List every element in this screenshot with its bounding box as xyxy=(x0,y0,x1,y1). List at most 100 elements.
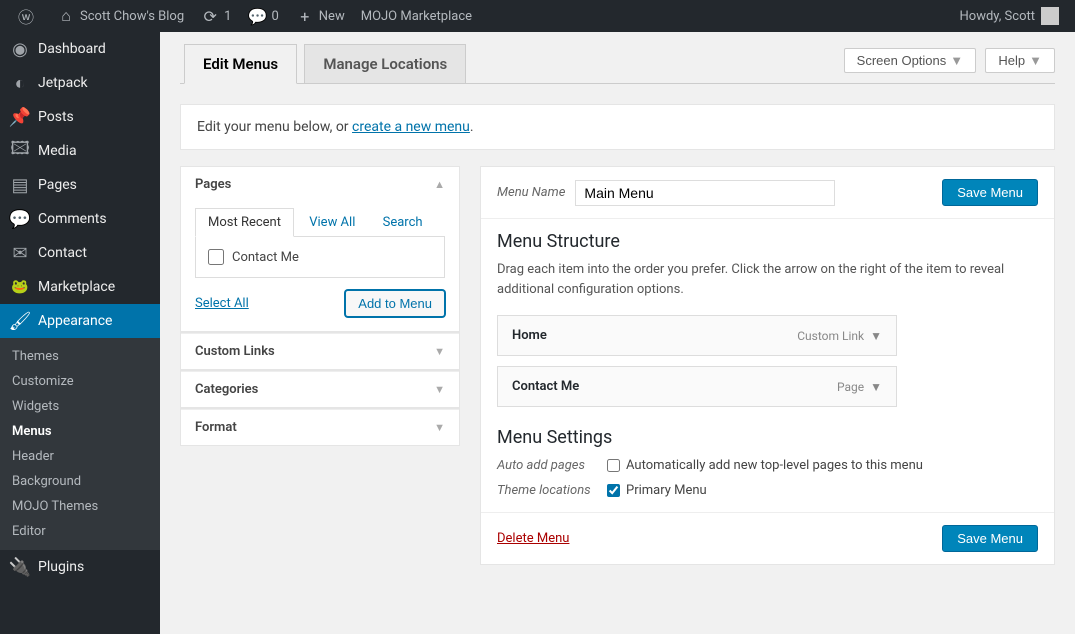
caret-down-icon: ▼ xyxy=(870,380,882,394)
tab-edit-menus[interactable]: Edit Menus xyxy=(184,44,297,84)
appearance-submenu: Themes Customize Widgets Menus Header Ba… xyxy=(0,338,160,550)
my-account[interactable]: Howdy, Scott xyxy=(952,0,1068,32)
primary-menu-checkbox[interactable] xyxy=(607,484,620,497)
sidebar-item-label: Posts xyxy=(38,109,74,125)
admin-sidebar: ◉ Dashboard ◐Jetpack 📌 Posts 🖾Media ▤ Pages… xyxy=(0,32,160,634)
new-label: New xyxy=(319,9,345,24)
caret-down-icon: ▼ xyxy=(950,53,963,68)
menu-settings-title: Menu Settings xyxy=(497,427,1038,448)
pages-checklist: Contact Me xyxy=(195,237,445,278)
site-name[interactable]: ⌂ Scott Chow's Blog xyxy=(48,0,192,32)
select-all-link[interactable]: Select All xyxy=(195,296,249,311)
add-to-menu-button[interactable]: Add to Menu xyxy=(345,290,445,317)
sub-item-customize[interactable]: Customize xyxy=(0,369,160,394)
auto-add-option[interactable]: Automatically add new top-level pages to… xyxy=(607,458,923,473)
comment-icon: 💬 xyxy=(247,6,267,26)
sidebar-item-media[interactable]: 🖾Media xyxy=(0,134,160,168)
sub-item-background[interactable]: Background xyxy=(0,469,160,494)
auto-add-checkbox[interactable] xyxy=(607,459,620,472)
site-name-label: Scott Chow's Blog xyxy=(80,9,184,24)
menu-item-title: Contact Me xyxy=(512,379,579,394)
categories-title: Categories xyxy=(195,382,258,397)
save-menu-button-top[interactable]: Save Menu xyxy=(942,179,1038,206)
page-check-label: Contact Me xyxy=(232,250,299,265)
sub-item-themes[interactable]: Themes xyxy=(0,344,160,369)
comments-count: 0 xyxy=(271,9,278,24)
theme-location-option[interactable]: Primary Menu xyxy=(607,483,707,498)
plus-icon: + xyxy=(295,6,315,26)
dashboard-icon: ◉ xyxy=(10,39,30,59)
updates-count: 1 xyxy=(224,9,231,24)
sidebar-item-appearance[interactable]: 🖌 Appearance xyxy=(0,304,160,338)
categories-toggle[interactable]: Categories▼ xyxy=(181,371,459,407)
tab-manage-locations[interactable]: Manage Locations xyxy=(304,44,466,83)
howdy-label: Howdy, Scott xyxy=(960,9,1036,24)
page-checkbox[interactable] xyxy=(208,249,224,265)
comments[interactable]: 💬0 xyxy=(239,0,286,32)
save-menu-button-bottom[interactable]: Save Menu xyxy=(942,525,1038,552)
caret-down-icon: ▼ xyxy=(434,421,445,434)
sidebar-item-label: Appearance xyxy=(38,313,112,329)
sidebar-item-plugins[interactable]: 🔌Plugins xyxy=(0,550,160,584)
pin-icon: 📌 xyxy=(10,107,30,127)
pages-box: Pages ▲ Most Recent View All Search Cont… xyxy=(180,166,460,332)
mojo-marketplace[interactable]: MOJO Marketplace xyxy=(353,0,480,32)
sidebar-item-label: Pages xyxy=(38,177,77,193)
sidebar-item-label: Jetpack xyxy=(38,75,88,91)
wp-logo[interactable]: ⓦ xyxy=(8,0,48,32)
screen-options-button[interactable]: Screen Options▼ xyxy=(844,48,976,73)
sub-item-widgets[interactable]: Widgets xyxy=(0,394,160,419)
admin-bar: ⓦ ⌂Scott Chow's Blog ⟳1 💬0 +New MOJO Mar… xyxy=(0,0,1075,32)
pages-tab-recent[interactable]: Most Recent xyxy=(195,208,294,237)
caret-down-icon: ▼ xyxy=(1029,53,1042,68)
primary-menu-text: Primary Menu xyxy=(626,483,707,498)
create-new-menu-link[interactable]: create a new menu xyxy=(352,119,470,135)
plugin-icon: 🔌 xyxy=(10,557,30,577)
sidebar-item-label: Contact xyxy=(38,245,87,261)
page-icon: ▤ xyxy=(10,175,30,195)
new-content[interactable]: + New xyxy=(287,0,353,32)
delete-menu-link[interactable]: Delete Menu xyxy=(497,531,569,546)
custom-links-box: Custom Links▼ xyxy=(180,332,460,370)
menu-structure-desc: Drag each item into the order you prefer… xyxy=(497,260,1038,299)
sidebar-item-label: Dashboard xyxy=(38,41,106,57)
sidebar-item-label: Comments xyxy=(38,211,107,227)
sub-item-header[interactable]: Header xyxy=(0,444,160,469)
updates[interactable]: ⟳1 xyxy=(192,0,239,32)
edit-menu-notice: Edit your menu below, or create a new me… xyxy=(180,104,1055,150)
sidebar-item-comments[interactable]: 💬Comments xyxy=(0,202,160,236)
pages-tab-all[interactable]: View All xyxy=(297,209,367,236)
sidebar-item-jetpack[interactable]: ◐Jetpack xyxy=(0,66,160,100)
mail-icon: ✉ xyxy=(10,243,30,263)
sidebar-item-dashboard[interactable]: ◉ Dashboard xyxy=(0,32,160,66)
marketplace-icon: 🐸 xyxy=(10,277,30,297)
help-button[interactable]: Help ▼ xyxy=(985,48,1055,73)
pages-tab-search[interactable]: Search xyxy=(371,209,435,236)
menu-item-home[interactable]: Home Custom Link▼ xyxy=(497,315,897,356)
brush-icon: 🖌 xyxy=(10,311,30,331)
screen-options-label: Screen Options xyxy=(857,53,947,68)
sidebar-item-label: Media xyxy=(38,143,77,159)
sidebar-item-pages[interactable]: ▤ Pages xyxy=(0,168,160,202)
sub-item-mojo-themes[interactable]: MOJO Themes xyxy=(0,494,160,519)
menu-name-input[interactable] xyxy=(575,180,835,206)
page-check-item[interactable]: Contact Me xyxy=(208,249,432,265)
format-title: Format xyxy=(195,420,237,435)
menu-item-contact[interactable]: Contact Me Page▼ xyxy=(497,366,897,407)
menu-structure-title: Menu Structure xyxy=(497,231,1038,252)
sidebar-item-marketplace[interactable]: 🐸 Marketplace xyxy=(0,270,160,304)
custom-links-toggle[interactable]: Custom Links▼ xyxy=(181,333,459,369)
pages-box-toggle[interactable]: Pages ▲ xyxy=(181,167,459,202)
sidebar-item-contact[interactable]: ✉ Contact xyxy=(0,236,160,270)
sidebar-item-posts[interactable]: 📌 Posts xyxy=(0,100,160,134)
sub-item-menus[interactable]: Menus xyxy=(0,419,160,444)
format-toggle[interactable]: Format ▼ xyxy=(181,409,459,445)
sub-item-editor[interactable]: Editor xyxy=(0,519,160,544)
avatar xyxy=(1041,7,1059,25)
notice-prefix: Edit your menu below, or xyxy=(197,119,352,135)
home-icon: ⌂ xyxy=(56,6,76,26)
auto-add-label: Auto add pages xyxy=(497,458,607,473)
help-label: Help xyxy=(998,53,1025,68)
sidebar-item-label: Marketplace xyxy=(38,279,115,295)
menu-item-type: Custom Link xyxy=(797,329,864,343)
